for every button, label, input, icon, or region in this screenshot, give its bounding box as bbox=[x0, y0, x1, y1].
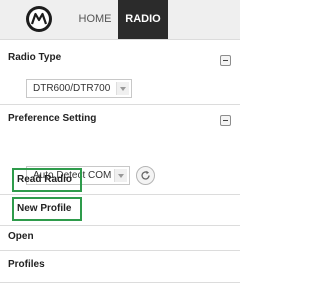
refresh-icon[interactable] bbox=[136, 166, 155, 185]
profiles-item[interactable]: Profiles bbox=[8, 259, 45, 270]
top-nav-bar: HOME RADIO bbox=[0, 0, 240, 39]
open-item[interactable]: Open bbox=[8, 231, 34, 242]
radio-type-value: DTR600/DTR700 bbox=[33, 83, 111, 94]
divider bbox=[0, 282, 240, 283]
read-radio-item[interactable]: Read Radio bbox=[17, 174, 72, 185]
motorola-logo-icon[interactable] bbox=[26, 6, 52, 32]
tab-radio[interactable]: RADIO bbox=[118, 0, 168, 39]
preference-setting-title: Preference Setting bbox=[8, 113, 97, 124]
preference-setting-collapse-icon[interactable] bbox=[220, 115, 231, 126]
chevron-down-icon[interactable] bbox=[116, 82, 129, 95]
tab-home[interactable]: HOME bbox=[72, 0, 118, 39]
divider bbox=[0, 104, 240, 105]
divider bbox=[0, 250, 240, 251]
divider bbox=[0, 225, 240, 226]
divider bbox=[0, 39, 240, 40]
radio-type-select[interactable]: DTR600/DTR700 bbox=[26, 79, 132, 98]
divider bbox=[0, 194, 240, 195]
chevron-down-icon[interactable] bbox=[114, 169, 127, 182]
radio-type-collapse-icon[interactable] bbox=[220, 55, 231, 66]
radio-type-title: Radio Type bbox=[8, 52, 62, 63]
new-profile-item[interactable]: New Profile bbox=[17, 203, 71, 214]
